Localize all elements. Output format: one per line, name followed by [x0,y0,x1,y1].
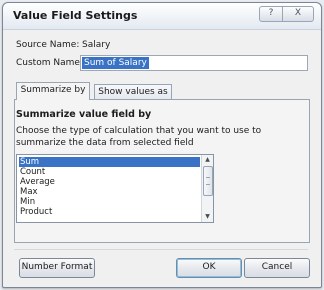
custom-name-label: Custom Name: [16,58,83,68]
scroll-down-arrow-icon[interactable]: ▼ [202,212,213,222]
source-name-label: Source Name: [16,40,80,50]
cancel-button[interactable]: Cancel [244,258,310,278]
help-button[interactable]: ? [259,6,283,22]
scroll-thumb[interactable] [203,166,213,196]
divider [14,249,308,250]
summarize-description: Choose the type of calculation that you … [16,126,262,148]
close-button[interactable]: X [282,6,314,22]
scroll-up-arrow-icon[interactable]: ▲ [202,155,213,165]
source-name-value: Salary [82,40,111,50]
custom-name-value: Sum of Salary [82,57,149,69]
number-format-button[interactable]: Number Format [19,258,95,278]
list-item-count[interactable]: Count [19,167,200,177]
list-item-min[interactable]: Min [19,197,200,207]
scroll-grip-icon [206,177,210,185]
listbox-scrollbar[interactable]: ▲ ▼ [201,155,213,222]
list-item-sum[interactable]: Sum [19,157,200,167]
list-item-product[interactable]: Product [19,207,200,217]
list-item-average[interactable]: Average [19,177,200,187]
list-item-max[interactable]: Max [19,187,200,197]
tab-summarize-by[interactable]: Summarize by [16,82,90,100]
dialog-title: Value Field Settings [13,9,138,22]
ok-button[interactable]: OK [176,258,242,278]
calculation-listbox[interactable]: Sum Count Average Max Min Product ▲ ▼ [16,154,214,223]
custom-name-input[interactable]: Sum of Salary [80,55,308,71]
title-bar[interactable]: Value Field Settings ? X [3,3,321,30]
summarize-heading: Summarize value field by [16,109,152,120]
